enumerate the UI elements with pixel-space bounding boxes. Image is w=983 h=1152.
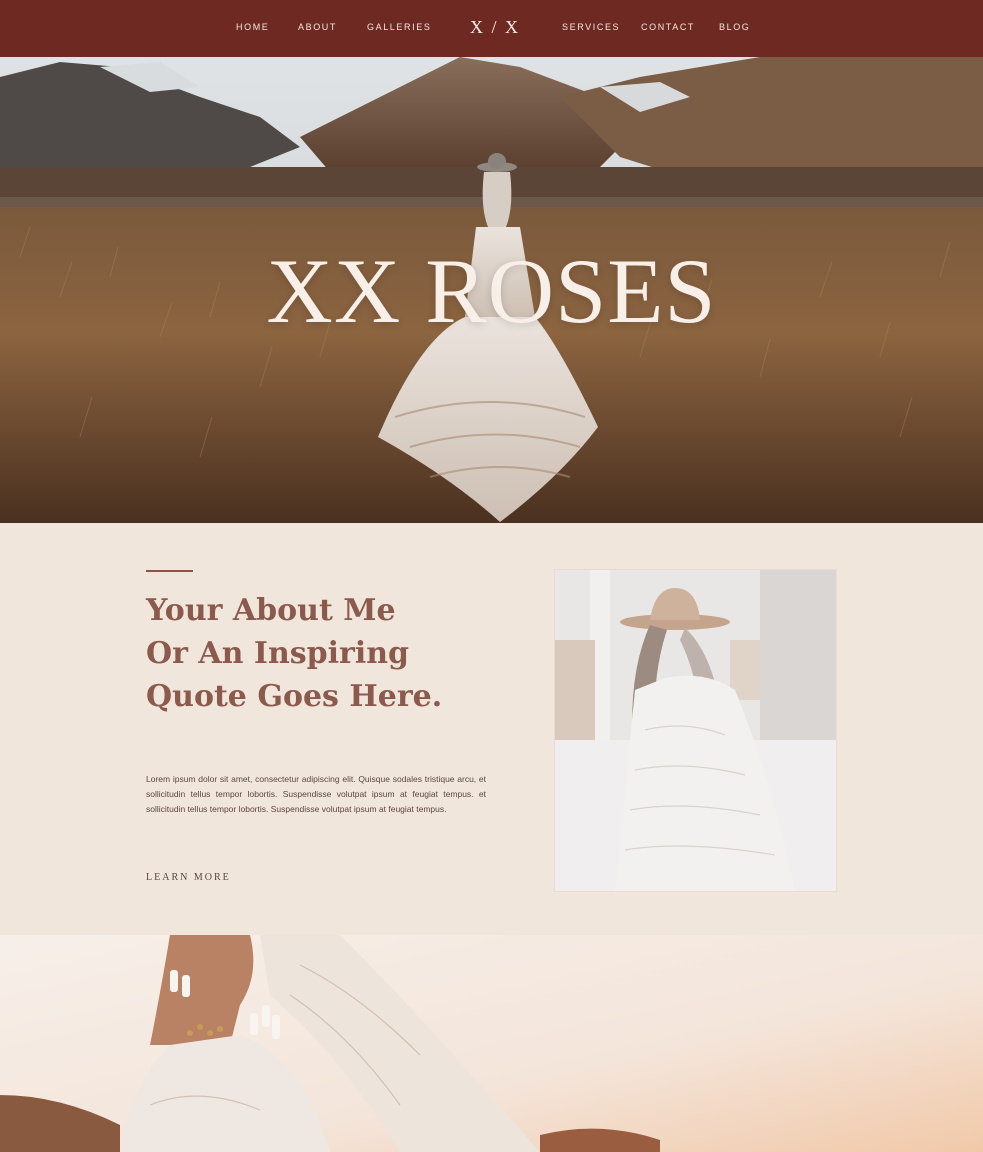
about-heading: Your About Me Or An Inspiring Quote Goes… [146, 593, 443, 714]
site-logo[interactable]: X / X [470, 17, 520, 38]
nav-blog-link[interactable]: BLOG [719, 22, 750, 32]
about-photo [555, 570, 836, 891]
nav-about-link[interactable]: ABOUT [298, 22, 337, 32]
learn-more-link[interactable]: LEARN MORE [146, 872, 231, 883]
heading-divider [146, 570, 193, 572]
about-body-text: Lorem ipsum dolor sit amet, consectetur … [146, 774, 486, 814]
nav-contact-link[interactable]: CONTACT [641, 22, 695, 32]
hero-section: XX ROSES [0, 57, 983, 523]
about-section: Your About Me Or An Inspiring Quote Goes… [0, 523, 983, 935]
bottom-photo-section [0, 935, 983, 1152]
nav-galleries-link[interactable]: GALLERIES [367, 22, 431, 32]
nav-services-link[interactable]: SERVICES [562, 22, 620, 32]
bride-sunset-image [0, 935, 983, 1152]
bride-portrait-image [555, 570, 836, 891]
nav-home-link[interactable]: HOME [236, 22, 269, 32]
top-navigation: HOME ABOUT GALLERIES X / X SERVICES CONT… [0, 0, 983, 57]
hero-title: XX ROSES [266, 240, 717, 342]
